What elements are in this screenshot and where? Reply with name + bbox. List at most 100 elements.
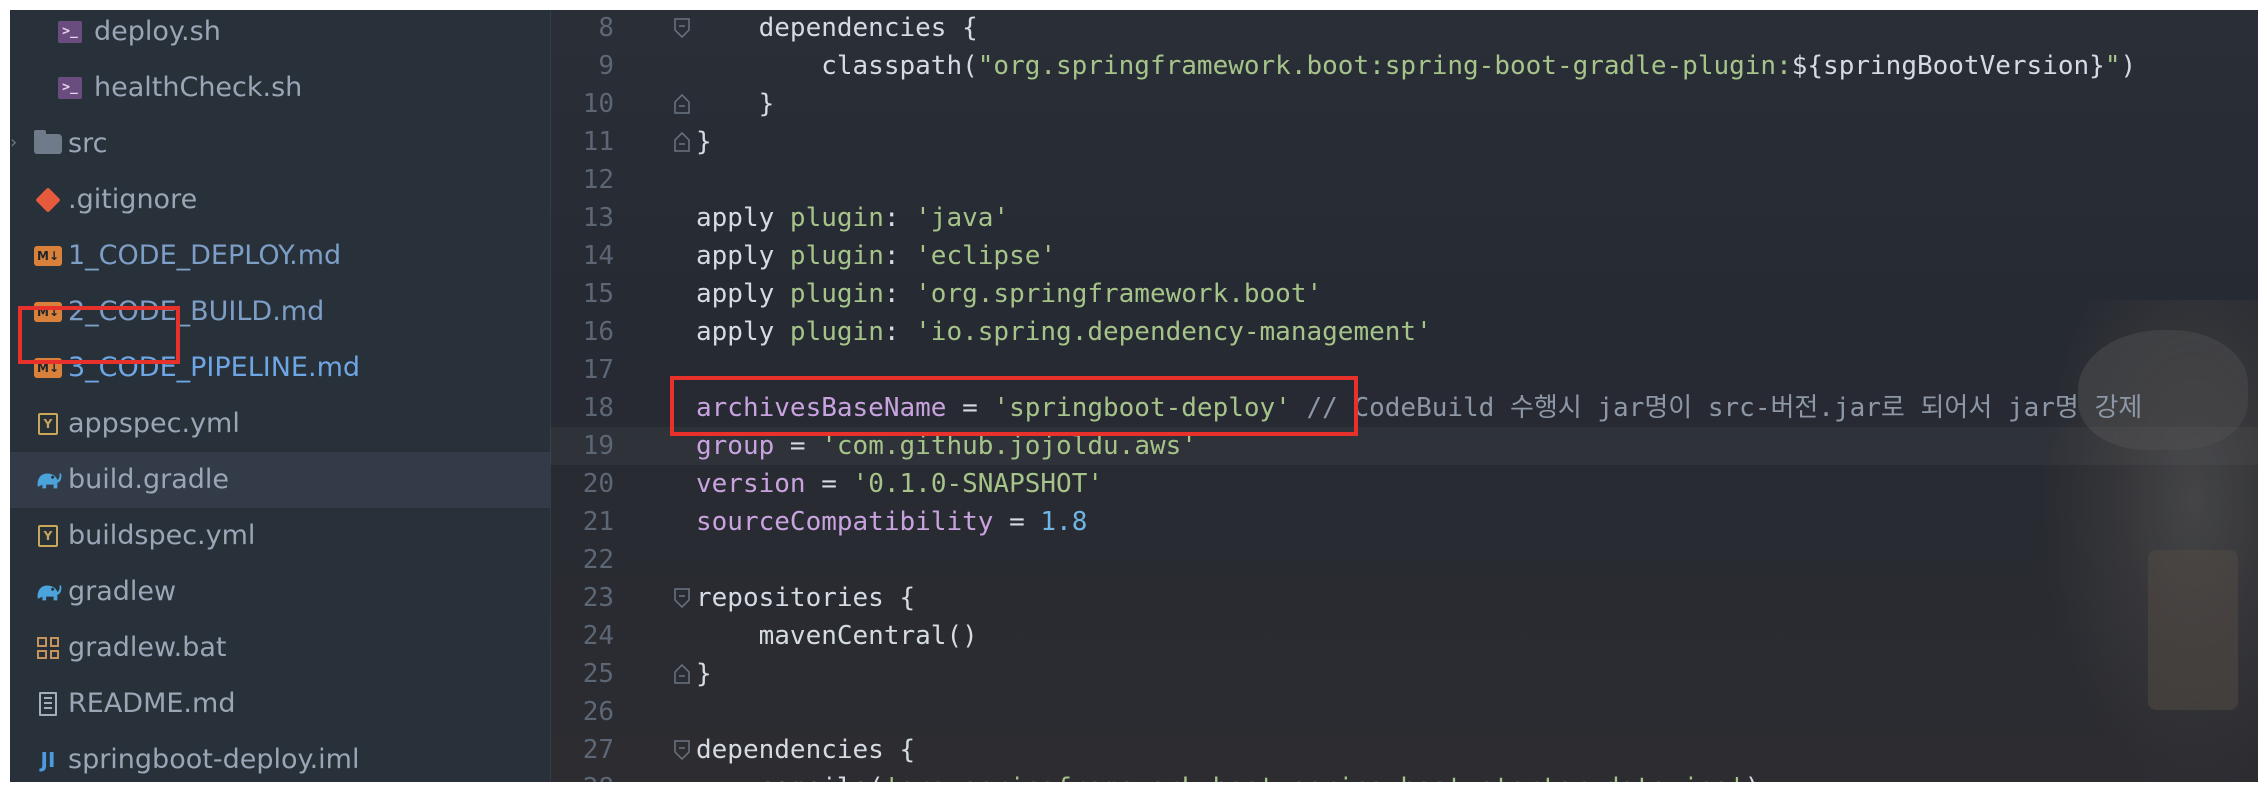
code-text: classpath("org.springframework.boot:spri… <box>696 47 2136 85</box>
iml-module-icon-text: JI <box>40 748 56 772</box>
code-token: classpath( <box>696 51 978 81</box>
tree-item-gradlew-bat[interactable]: gradlew.bat <box>10 620 550 676</box>
tree-item-deploy-sh[interactable]: >_ deploy.sh <box>10 10 550 60</box>
line-number: 16 <box>582 317 614 347</box>
readme-icon <box>34 690 62 718</box>
code-token: dependencies { <box>696 735 916 765</box>
tree-item-appspec-yml[interactable]: Yappspec.yml <box>10 396 550 452</box>
fold-open-icon[interactable] <box>674 740 690 760</box>
code-text: apply plugin: 'io.spring.dependency-mana… <box>696 313 1432 351</box>
code-token: } <box>696 89 775 119</box>
code-line[interactable]: 25} <box>550 655 2258 693</box>
code-text: apply plugin: 'org.springframework.boot' <box>696 275 1322 313</box>
line-number: 10 <box>582 89 614 119</box>
code-line[interactable]: 11} <box>550 123 2258 161</box>
code-token: ${springBootVersion} <box>1791 51 2105 81</box>
code-token: '0.1.0-SNAPSHOT' <box>852 469 1103 499</box>
code-line[interactable]: 15 apply plugin: 'org.springframework.boo… <box>550 275 2258 313</box>
code-token: apply <box>696 203 790 233</box>
fold-close-icon[interactable] <box>674 664 690 684</box>
code-text: repositories { <box>696 579 915 617</box>
code-text: } <box>696 123 712 161</box>
code-line[interactable]: 28 compile('org.springframework.boot:spr… <box>550 769 2258 782</box>
code-line[interactable]: 9 classpath("org.springframework.boot:sp… <box>550 47 2258 85</box>
code-token: = <box>805 469 853 499</box>
code-line[interactable]: 20 version = '0.1.0-SNAPSHOT' <box>550 465 2258 503</box>
line-number: 18 <box>582 393 614 423</box>
code-token: "org.springframework.boot:spring-boot-gr… <box>977 51 1792 81</box>
fold-close-icon[interactable] <box>674 132 690 152</box>
folder-icon <box>34 130 62 158</box>
markdown-icon-text: M↓ <box>34 246 62 266</box>
chevron-right-icon[interactable]: › <box>10 131 17 155</box>
tree-item-label: buildspec.yml <box>68 520 256 551</box>
line-number: 12 <box>582 165 614 195</box>
code-text: } <box>696 655 712 693</box>
code-text: compile('org.springframework.boot:spring… <box>696 769 1761 782</box>
code-token: ) <box>2120 51 2137 81</box>
yaml-icon: Y <box>34 410 62 438</box>
markdown-icon: M↓ <box>34 242 62 270</box>
line-number: 9 <box>598 51 614 81</box>
code-editor[interactable]: 8 dependencies {9 classpath("org.springf… <box>550 10 2258 782</box>
code-line[interactable]: 21 sourceCompatibility = 1.8 <box>550 503 2258 541</box>
code-line[interactable]: 13 apply plugin: 'java' <box>550 199 2258 237</box>
code-line[interactable]: 26 <box>550 693 2258 731</box>
line-number: 15 <box>582 279 614 309</box>
code-line[interactable]: 12 <box>550 161 2258 199</box>
code-line[interactable]: 23 repositories { <box>550 579 2258 617</box>
tree-item-src[interactable]: › src <box>10 116 550 172</box>
line-number: 20 <box>582 469 614 499</box>
code-text: dependencies { <box>696 731 915 769</box>
code-line[interactable]: 8 dependencies { <box>550 10 2258 47</box>
code-token: } <box>696 659 712 689</box>
code-token: plugin <box>789 279 884 309</box>
line-number: 26 <box>582 697 614 727</box>
fold-close-icon[interactable] <box>674 94 690 114</box>
tree-item-1-code-deploy-md[interactable]: M↓ 1_CODE_DEPLOY.md <box>10 228 550 284</box>
fold-open-icon[interactable] <box>674 18 690 38</box>
code-text: apply plugin: 'java' <box>696 199 1009 237</box>
code-line[interactable]: 24 mavenCentral() <box>550 617 2258 655</box>
code-text: mavenCentral() <box>696 617 978 655</box>
tree-item-readme-md[interactable]: README.md <box>10 676 550 732</box>
code-token: apply <box>696 241 790 271</box>
tree-item-gradlew[interactable]: gradlew <box>10 564 550 620</box>
code-line[interactable]: 22 <box>550 541 2258 579</box>
tree-item-springboot-deploy-iml[interactable]: JI springboot-deploy.iml <box>10 732 550 782</box>
code-token: // CodeBuild 수행시 jar명이 src-버전.jar로 되어서 j… <box>1290 393 2143 423</box>
code-token: plugin <box>789 203 884 233</box>
code-token: : <box>883 203 916 233</box>
code-token: = <box>993 507 1041 537</box>
tree-item-label: README.md <box>68 688 236 719</box>
fold-open-icon[interactable] <box>674 588 690 608</box>
code-text: apply plugin: 'eclipse' <box>696 237 1056 275</box>
code-token: 'org.springframework.boot' <box>915 279 1323 309</box>
code-token: 'org.springframework.boot:spring-boot-st… <box>884 773 1745 782</box>
tree-item-build-gradle[interactable]: build.gradle <box>10 452 550 508</box>
code-token: repositories { <box>696 583 916 613</box>
line-number: 24 <box>582 621 614 651</box>
git-icon <box>34 186 62 214</box>
code-token: : <box>883 317 916 347</box>
gradle-elephant-icon <box>34 578 62 606</box>
code-token: compile( <box>696 773 884 782</box>
code-line[interactable]: 16 apply plugin: 'io.spring.dependency-ma… <box>550 313 2258 351</box>
code-text: dependencies { <box>696 10 978 47</box>
code-token: : <box>883 279 916 309</box>
tree-item-healthcheck-sh[interactable]: >_ healthCheck.sh <box>10 60 550 116</box>
code-line[interactable]: 27 dependencies { <box>550 731 2258 769</box>
tree-item-label: healthCheck.sh <box>94 72 303 103</box>
yaml-icon: Y <box>34 522 62 550</box>
project-tree[interactable]: >_ deploy.sh >_ healthCheck.sh › src .gitignor… <box>10 10 550 782</box>
code-token: sourceCompatibility <box>696 507 994 537</box>
batch-file-icon <box>34 634 62 662</box>
line-number: 27 <box>582 735 614 765</box>
code-token: 'io.spring.dependency-management' <box>915 317 1432 347</box>
code-line[interactable]: 14 apply plugin: 'eclipse' <box>550 237 2258 275</box>
tree-item-label: gradlew <box>68 576 177 607</box>
tree-item-gitignore[interactable]: .gitignore <box>10 172 550 228</box>
tree-item-buildspec-yml[interactable]: Ybuildspec.yml <box>10 508 550 564</box>
yaml-icon-text: Y <box>38 413 58 435</box>
code-line[interactable]: 10 } <box>550 85 2258 123</box>
